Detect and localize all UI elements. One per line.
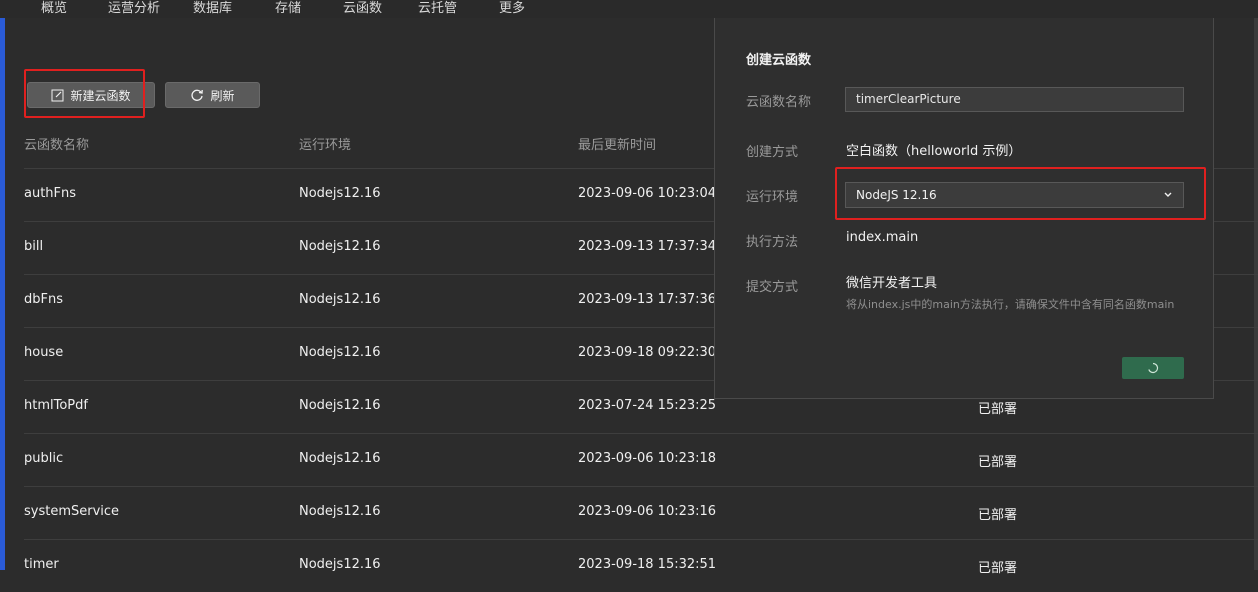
nav-cloud-functions[interactable]: 云函数 — [343, 0, 382, 16]
function-status: 已部署 — [978, 455, 1018, 470]
function-runtime: Nodejs12.16 — [299, 504, 381, 519]
function-updated: 2023-09-13 17:37:34 — [578, 239, 717, 254]
function-updated: 2023-09-18 09:22:30 — [578, 345, 717, 360]
nav-analytics[interactable]: 运营分析 — [108, 0, 160, 16]
exec-label: 执行方法 — [746, 235, 799, 250]
confirm-button[interactable] — [1122, 357, 1184, 379]
function-name[interactable]: htmlToPdf — [24, 398, 88, 413]
function-runtime: Nodejs12.16 — [299, 186, 381, 201]
function-name[interactable]: public — [24, 451, 63, 466]
submit-value: 微信开发者工具 — [846, 276, 938, 291]
loading-spinner-icon — [1148, 362, 1159, 374]
function-status: 已部署 — [978, 508, 1018, 523]
table-row[interactable]: timer Nodejs12.16 2023-09-18 15:32:51 已部… — [0, 539, 1258, 592]
method-value: 空白函数（helloworld 示例） — [846, 144, 1022, 159]
header-runtime[interactable]: 运行环境 — [299, 134, 351, 153]
highlight-box — [24, 69, 145, 118]
method-label: 创建方式 — [746, 145, 799, 160]
nav-storage[interactable]: 存储 — [275, 0, 301, 16]
refresh-icon — [191, 89, 204, 101]
submit-hint: 将从index.js中的main方法执行，请确保文件中含有同名函数main — [846, 298, 1175, 311]
function-runtime: Nodejs12.16 — [299, 345, 381, 360]
function-status: 已部署 — [978, 561, 1018, 576]
table-row[interactable]: systemService Nodejs12.16 2023-09-06 10:… — [0, 486, 1258, 539]
function-name[interactable]: authFns — [24, 186, 76, 201]
submit-label: 提交方式 — [746, 280, 799, 295]
function-updated: 2023-07-24 15:23:25 — [578, 398, 717, 413]
function-updated: 2023-09-13 17:37:36 — [578, 292, 717, 307]
function-name[interactable]: bill — [24, 239, 43, 254]
function-name[interactable]: house — [24, 345, 63, 360]
exec-value: index.main — [846, 230, 919, 245]
header-name[interactable]: 云函数名称 — [24, 134, 89, 153]
panel-title: 创建云函数 — [746, 53, 812, 68]
function-runtime: Nodejs12.16 — [299, 451, 381, 466]
header-updated[interactable]: 最后更新时间 — [578, 134, 656, 153]
function-updated: 2023-09-06 10:23:16 — [578, 504, 717, 519]
create-function-panel: 创建云函数 云函数名称 timerClearPicture 创建方式 空白函数（… — [714, 18, 1214, 399]
function-name[interactable]: dbFns — [24, 292, 63, 307]
function-name-input[interactable]: timerClearPicture — [845, 87, 1184, 112]
table-row[interactable]: public Nodejs12.16 2023-09-06 10:23:18 已… — [0, 433, 1258, 486]
function-status: 已部署 — [978, 402, 1018, 417]
nav-cloud-hosting[interactable]: 云托管 — [418, 0, 457, 16]
row-divider — [24, 433, 1258, 434]
top-nav: 概览 运营分析 数据库 存储 云函数 云托管 更多 — [0, 0, 1258, 18]
highlight-box — [835, 167, 1206, 220]
row-divider — [24, 486, 1258, 487]
function-runtime: Nodejs12.16 — [299, 398, 381, 413]
function-updated: 2023-09-06 10:23:04 — [578, 186, 717, 201]
refresh-label: 刷新 — [210, 88, 235, 103]
function-runtime: Nodejs12.16 — [299, 292, 381, 307]
nav-database[interactable]: 数据库 — [193, 0, 232, 16]
nav-overview[interactable]: 概览 — [41, 0, 67, 16]
row-divider — [24, 539, 1258, 540]
runtime-label: 运行环境 — [746, 190, 799, 205]
nav-more[interactable]: 更多 — [499, 0, 525, 16]
function-updated: 2023-09-06 10:23:18 — [578, 451, 717, 466]
name-label: 云函数名称 — [746, 95, 812, 110]
function-name[interactable]: systemService — [24, 504, 119, 519]
function-runtime: Nodejs12.16 — [299, 239, 381, 254]
refresh-button[interactable]: 刷新 — [165, 82, 260, 108]
